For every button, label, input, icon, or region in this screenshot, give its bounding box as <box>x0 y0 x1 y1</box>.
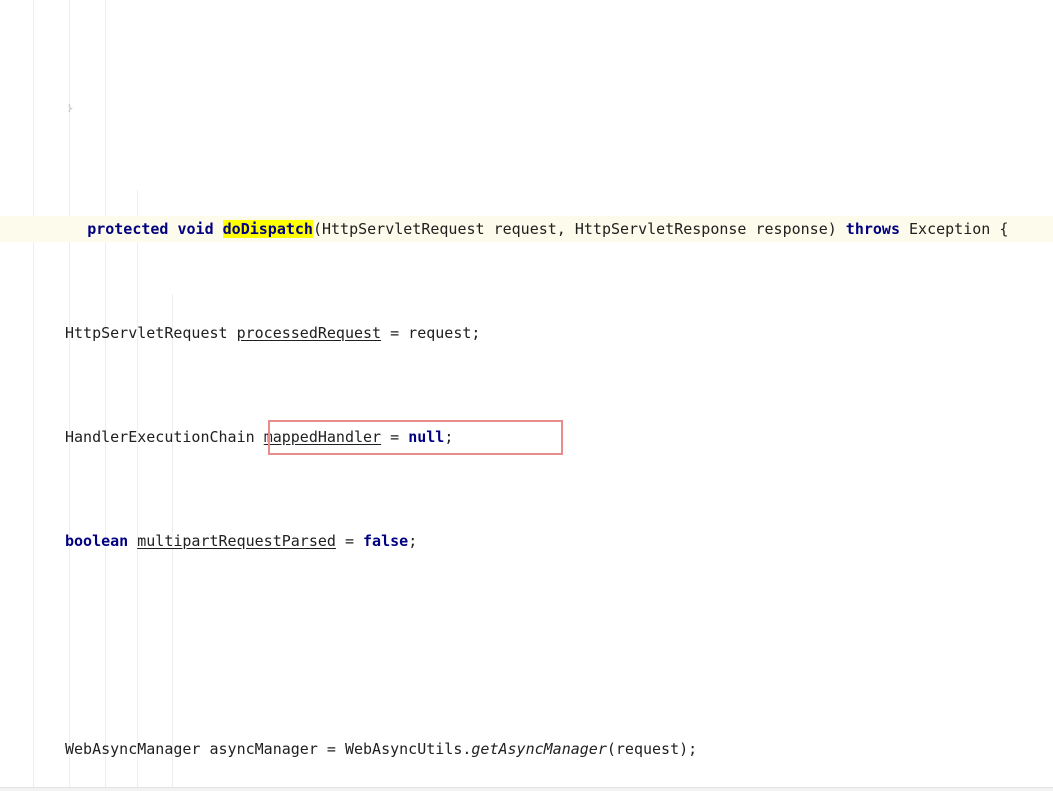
token-keyword-void: void <box>177 220 214 238</box>
token-keyword-protected: protected <box>87 220 169 238</box>
token-keyword-throws: throws <box>845 220 900 238</box>
code-line-4[interactable]: boolean multipartRequestParsed = false; <box>0 528 1053 554</box>
editor-bottom-edge <box>0 787 1053 791</box>
code-editor[interactable]: } protected void doDispatch(HttpServletR… <box>0 0 1053 791</box>
code-line-2[interactable]: HttpServletRequest processedRequest = re… <box>0 320 1053 346</box>
code-line-0[interactable]: } <box>0 104 1053 112</box>
method-getAsyncManager: getAsyncManager <box>471 740 607 758</box>
code-content[interactable]: } protected void doDispatch(HttpServletR… <box>0 0 1053 791</box>
var-mappedHandler: mappedHandler <box>263 428 382 446</box>
code-line-1[interactable]: protected void doDispatch(HttpServletReq… <box>0 216 1053 242</box>
var-processedRequest: processedRequest <box>236 324 382 342</box>
var-multipartRequestParsed: multipartRequestParsed <box>137 532 336 550</box>
code-line-3[interactable]: HandlerExecutionChain mappedHandler = nu… <box>0 424 1053 450</box>
code-line-5[interactable] <box>0 632 1053 658</box>
code-line-6[interactable]: WebAsyncManager asyncManager = WebAsyncU… <box>0 736 1053 762</box>
search-highlight-dodispatch[interactable]: doDispatch <box>222 220 313 238</box>
